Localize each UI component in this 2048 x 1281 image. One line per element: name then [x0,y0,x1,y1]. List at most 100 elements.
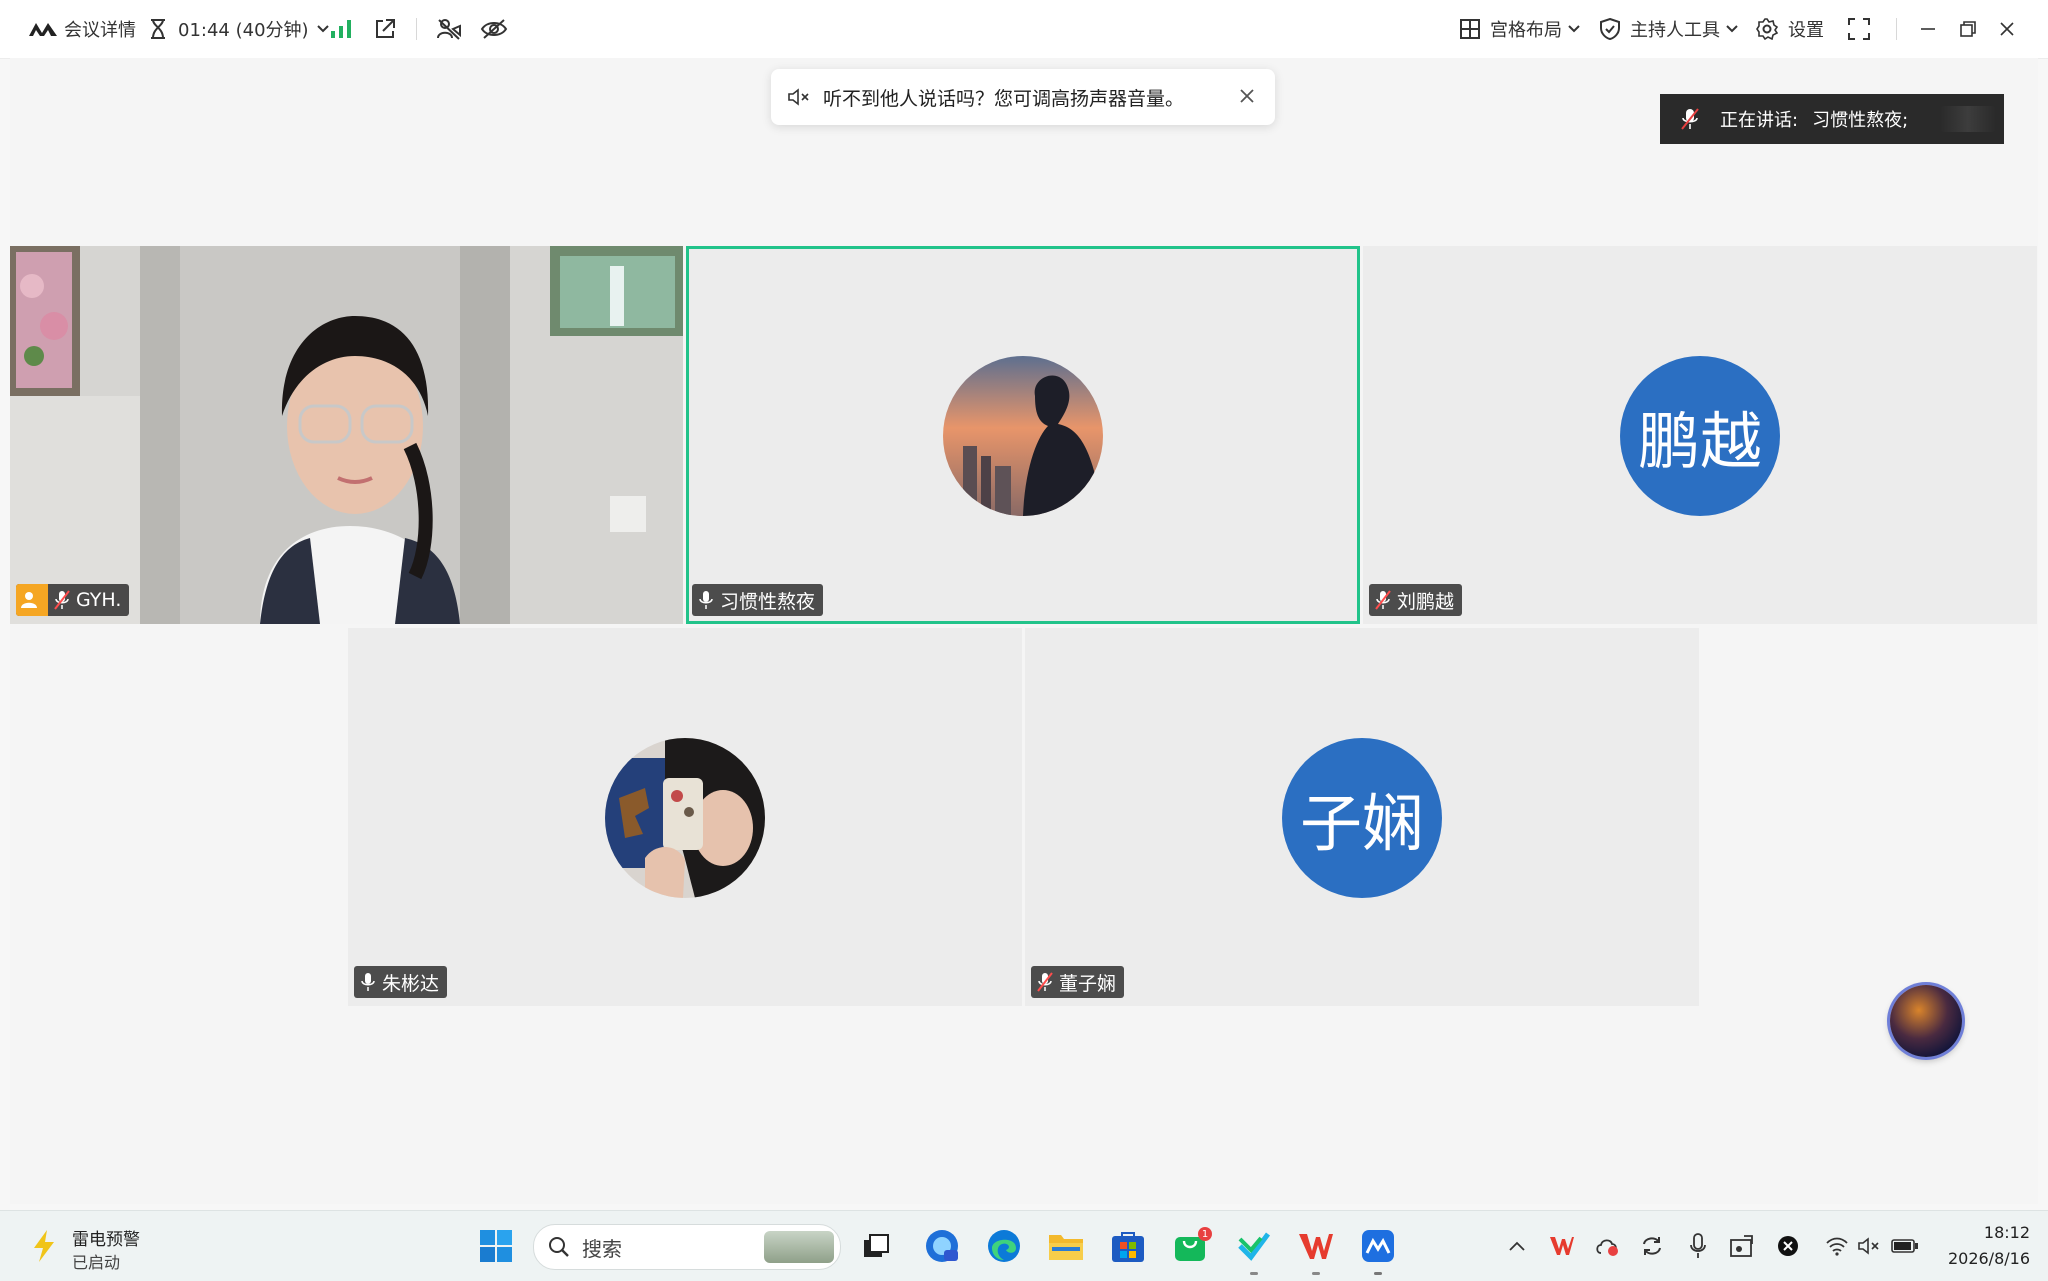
floating-assistant-orb[interactable] [1890,985,1962,1057]
wifi-icon [1826,1237,1848,1256]
tray-microphone[interactable] [1682,1211,1714,1281]
participant-tile-zhu-binda[interactable]: 朱彬达 [348,628,1022,1006]
mirror-selfie-image [605,738,765,898]
hourglass-icon [151,19,165,39]
meeting-app-icon [1362,1230,1394,1262]
speaking-name: 习惯性熬夜; [1812,110,1909,131]
tray-battery[interactable] [1888,1211,1922,1281]
speaker-muted-icon [788,88,809,106]
microsoft-store-app[interactable] [1106,1211,1150,1281]
chevron-down-icon [1726,25,1738,33]
tray-app-close[interactable] [1772,1211,1804,1281]
screen-capture-icon [1730,1235,1753,1257]
grid-layout-label: 宫格布局 [1490,20,1562,41]
edge-browser-app[interactable] [982,1211,1026,1281]
mic-muted-icon [1375,590,1391,610]
tray-sync[interactable] [1636,1211,1668,1281]
close-icon [1240,89,1254,103]
toast-close-button[interactable] [1239,87,1255,109]
hide-self-button[interactable] [480,0,508,58]
timer-label: 01:44 (40分钟) [178,20,309,41]
timer-button[interactable]: 01:44 (40分钟) [148,0,329,58]
grid-layout-button[interactable]: 宫格布局 [1460,0,1580,58]
clock-date[interactable]: 2026/8/16 [1930,1249,2030,1268]
participant-name: 刘鹏越 [1397,590,1455,613]
folder-icon [1049,1235,1083,1260]
edge-icon [988,1230,1020,1262]
shield-icon [1600,18,1620,40]
settings-label: 设置 [1788,20,1824,41]
wps-icon [1299,1234,1333,1259]
meeting-details-label: 会议详情 [64,20,136,41]
meeting-details-button[interactable]: 会议详情 [28,0,136,58]
participant-tile-gyh[interactable]: GYH. [10,246,683,624]
close-window-button[interactable] [2000,0,2014,58]
host-tools-label: 主持人工具 [1630,20,1720,41]
sunset-silhouette-image [943,356,1103,516]
start-button[interactable] [474,1211,518,1281]
x-circle-icon [1778,1236,1798,1256]
store-icon [1112,1232,1144,1262]
clock-time[interactable]: 18:12 [1930,1223,2030,1242]
video-off-icon [437,19,461,40]
tray-screen-capture[interactable] [1726,1211,1758,1281]
tray-cloud-error[interactable] [1592,1211,1624,1281]
search-highlight-image [764,1231,834,1263]
tray-volume-muted[interactable] [1854,1211,1884,1281]
participant-tile-liu-pengyue[interactable]: 鹏越 刘鹏越 [1363,246,2037,624]
grid-icon [1460,19,1480,39]
participant-text-avatar: 子娴 [1282,738,1442,898]
mic-muted-icon [54,590,70,610]
tasks-app[interactable] [1232,1211,1276,1281]
search-icon [549,1237,569,1257]
participant-avatar [943,356,1103,516]
chevron-down-icon [316,25,329,33]
speaking-label: 正在讲话: [1720,110,1799,131]
minimize-button[interactable] [1920,0,1936,58]
browser-ai-icon [926,1230,958,1262]
camera-video-feed [10,246,683,624]
fullscreen-button[interactable] [1848,0,1870,58]
signal-bars-icon [331,20,351,38]
show-hidden-icons-button[interactable] [1502,1211,1532,1281]
participant-name-badge: GYH. [16,584,130,616]
wps-office-app[interactable] [1294,1211,1338,1281]
participant-name-badge: 习惯性熬夜 [692,584,824,616]
network-signal-button[interactable] [330,0,352,58]
tencent-meeting-app[interactable] [1356,1211,1400,1281]
share-out-button[interactable] [374,0,396,58]
host-badge [16,584,48,616]
meeting-toolbar: 会议详情 01:44 (40分钟) 宫格布局 主持人工具 设置 [0,0,2048,59]
participant-name: 董子娴 [1059,972,1117,995]
restore-button[interactable] [1960,0,1976,58]
shopping-app[interactable]: 1 [1168,1211,1212,1281]
task-view-button[interactable] [856,1211,896,1281]
mic-icon [361,973,375,991]
volume-tip-toast: 听不到他人说话吗？您可调高扬声器音量。 [771,69,1275,125]
restore-icon [1960,21,1976,37]
mic-muted-icon [1681,108,1699,130]
close-icon [2000,22,2014,36]
host-tools-button[interactable]: 主持人工具 [1600,0,1738,58]
person-icon [21,592,37,608]
settings-button[interactable]: 设置 [1756,0,1824,58]
weather-title[interactable]: 雷电预警 [72,1225,140,1250]
weather-widget-icon[interactable] [24,1211,64,1281]
edge-ai-app[interactable] [920,1211,964,1281]
hide-nonvideo-button[interactable] [436,0,462,58]
windows-taskbar: 雷电预警 已启动 搜索 1 18:12 2026/8/16 [0,1210,2048,1281]
eye-off-icon [480,19,508,39]
participant-tile-xiguanxing-aoye[interactable]: 习惯性熬夜 [686,246,1360,624]
participant-tile-dong-zixian[interactable]: 子娴 董子娴 [1025,628,1699,1006]
notification-badge: 1 [1198,1227,1212,1241]
tray-app-wps[interactable] [1546,1211,1578,1281]
task-view-icon [864,1234,889,1257]
participant-name-badge: 刘鹏越 [1369,584,1463,616]
taskbar-search-input[interactable]: 搜索 [533,1224,841,1270]
participant-text-avatar: 鹏越 [1620,356,1780,516]
sync-icon [1643,1237,1661,1255]
cloud-error-icon [1596,1239,1618,1256]
tray-wifi[interactable] [1822,1211,1852,1281]
file-explorer-app[interactable] [1044,1211,1088,1281]
windows-logo-icon [480,1230,512,1262]
